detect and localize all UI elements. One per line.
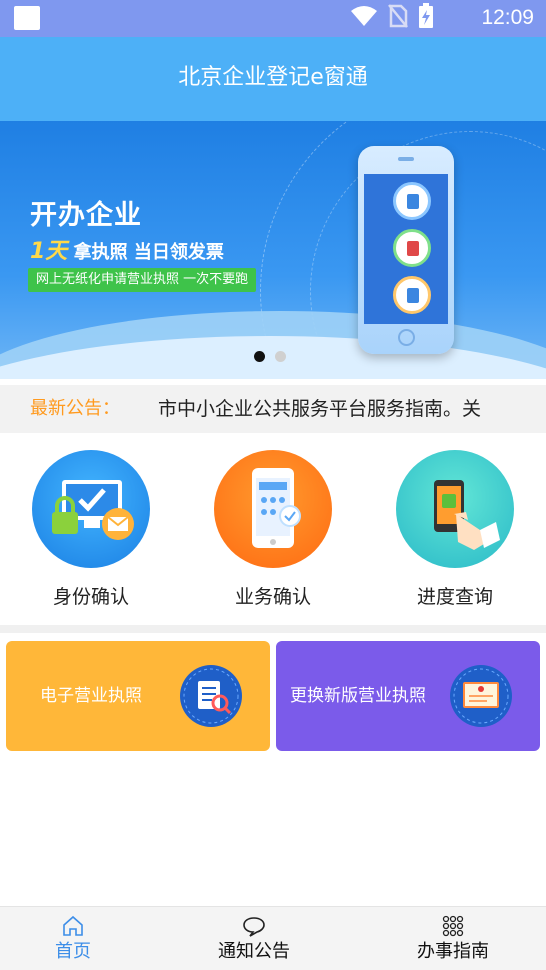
banner-sub-text: 拿执照 当日领发票 (73, 242, 224, 263)
card-replace-license[interactable]: 更换新版营业执照 (276, 641, 540, 751)
nav-item-home[interactable]: 首页 (8, 913, 138, 965)
action-progress-query[interactable]: 进度查询 (375, 450, 535, 610)
card-label: 更换新版营业执照 (290, 686, 426, 706)
action-label: 进度查询 (416, 586, 493, 608)
wifi-icon (350, 5, 378, 31)
phone-camera (398, 157, 414, 161)
hand-phone-icon (396, 450, 514, 568)
page-title: 北京企业登记e窗通 (178, 65, 368, 90)
phone-app-icon (393, 229, 431, 267)
phone-home-button (398, 329, 415, 346)
chat-bubble-icon (189, 913, 319, 939)
banner-headline: 开办企业 (30, 200, 142, 231)
status-time: 12:09 (481, 6, 534, 29)
app-header: 北京企业登记e窗通 (0, 37, 546, 121)
banner-subtitle: 1天 拿执照 当日领发票 (30, 233, 224, 265)
phone-illustration-icon (358, 146, 454, 354)
notification-square-icon (14, 6, 40, 30)
promo-banner[interactable]: 开办企业 1天 拿执照 当日领发票 网上无纸化申请营业执照 一次不要跑 (0, 121, 546, 379)
phone-app-icon (214, 450, 332, 568)
phone-app-icon (393, 276, 431, 314)
notice-label: 最新公告： (30, 398, 120, 419)
identity-lock-mail-icon (32, 450, 150, 568)
nav-item-notices[interactable]: 通知公告 (189, 913, 319, 965)
no-sim-icon (388, 4, 408, 32)
card-label: 电子营业执照 (40, 686, 142, 706)
banner-sub-highlight: 1天 (30, 239, 68, 264)
section-divider (0, 625, 546, 633)
bottom-navigation: 首页 通知公告 办事指南 (0, 906, 546, 970)
nav-item-guide[interactable]: 办事指南 (388, 913, 518, 965)
carousel-indicator (254, 351, 286, 362)
banner-green-badge: 网上无纸化申请营业执照 一次不要跑 (28, 268, 257, 292)
carousel-dot[interactable] (275, 351, 286, 362)
nav-label: 首页 (55, 941, 91, 962)
certificate-icon (450, 665, 512, 727)
grid-dots-icon (388, 913, 518, 939)
notice-text[interactable]: 市中小企业公共服务平台服务指南。关 (158, 397, 498, 421)
nav-label: 办事指南 (417, 941, 489, 962)
status-bar: 12:09 (0, 0, 546, 37)
action-label: 业务确认 (234, 586, 311, 608)
card-electronic-license[interactable]: 电子营业执照 (6, 641, 270, 751)
battery-charging-icon (418, 3, 434, 33)
action-business-confirm[interactable]: 业务确认 (193, 450, 353, 610)
nav-label: 通知公告 (218, 941, 290, 962)
notice-bar[interactable]: 最新公告： 市中小企业公共服务平台服务指南。关 (0, 385, 546, 433)
phone-app-icon (393, 182, 431, 220)
phone-screen (364, 174, 448, 324)
carousel-dot[interactable] (254, 351, 265, 362)
status-icons (350, 3, 434, 33)
home-icon (8, 913, 138, 939)
action-label: 身份确认 (52, 586, 129, 608)
action-identity-confirm[interactable]: 身份确认 (11, 450, 171, 610)
quick-actions: 身份确认 业务确认 进度查询 (0, 433, 546, 625)
license-magnifier-icon (180, 665, 242, 727)
